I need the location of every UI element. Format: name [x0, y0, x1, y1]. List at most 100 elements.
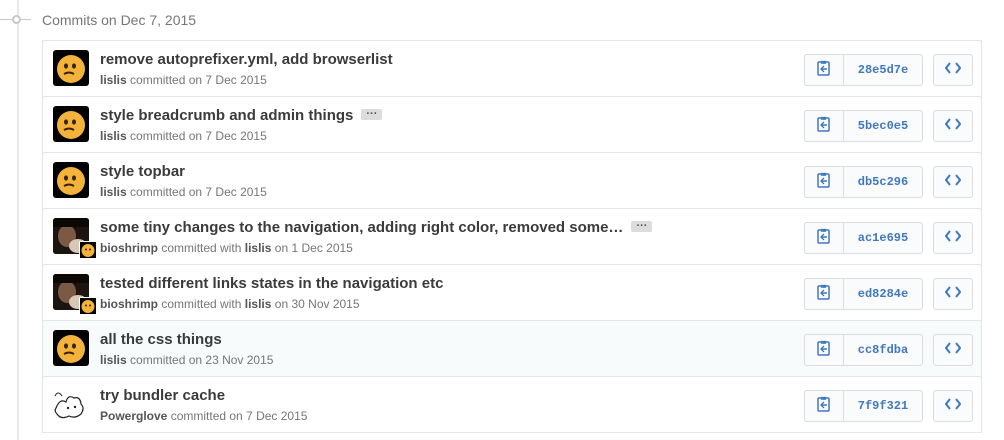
- author-link[interactable]: lislis: [100, 353, 127, 367]
- commit-on: on: [274, 297, 289, 311]
- copy-sha-button[interactable]: [805, 167, 844, 197]
- commit-date: 7 Dec 2015: [205, 73, 267, 87]
- commit-title[interactable]: tested different links states in the nav…: [100, 275, 443, 292]
- browse-repo-button[interactable]: [933, 334, 973, 366]
- commit-row: remove autoprefixer.yml, add browserlist…: [43, 41, 981, 97]
- avatar[interactable]: [53, 386, 89, 422]
- commit-verb: committed with: [161, 297, 242, 311]
- avatar[interactable]: [53, 330, 89, 366]
- expand-message-button[interactable]: ···: [361, 109, 383, 120]
- commit-date: 7 Dec 2015: [246, 409, 308, 423]
- commit-title-text[interactable]: try bundler cache: [100, 387, 225, 404]
- commit-title-text[interactable]: style topbar: [100, 163, 185, 180]
- commit-sha-link[interactable]: ac1e695: [844, 223, 922, 253]
- commit-verb: committed on: [130, 185, 203, 199]
- commit-title-text[interactable]: all the css things: [100, 331, 222, 348]
- commit-meta: lislis committed on 7 Dec 2015: [100, 185, 267, 199]
- sha-button-group: db5c296: [804, 166, 923, 198]
- sha-button-group: 7f9f321: [804, 390, 923, 422]
- timeline-tick: [21, 19, 31, 20]
- clipboard-icon: [817, 228, 831, 249]
- commit-sha-link[interactable]: 28e5d7e: [844, 55, 922, 85]
- author-link[interactable]: bioshrimp: [100, 241, 158, 255]
- commit-meta: lislis committed on 23 Nov 2015: [100, 353, 273, 367]
- commit-meta: lislis committed on 7 Dec 2015: [100, 73, 267, 87]
- commit-sha-link[interactable]: 5bec0e5: [844, 111, 922, 141]
- commit-row: some tiny changes to the navigation, add…: [43, 209, 981, 265]
- commit-verb: committed on: [130, 129, 203, 143]
- coauthor-avatar[interactable]: [79, 297, 97, 315]
- commit-verb: committed on: [170, 409, 243, 423]
- sha-button-group: 5bec0e5: [804, 110, 923, 142]
- author-link[interactable]: lislis: [100, 129, 127, 143]
- commit-title[interactable]: some tiny changes to the navigation, add…: [100, 219, 653, 236]
- browse-repo-button[interactable]: [933, 222, 973, 254]
- commit-title[interactable]: all the css things: [100, 331, 222, 348]
- commit-group-header: Commits on Dec 7, 2015: [0, 0, 1004, 40]
- author-link[interactable]: Powerglove: [100, 409, 167, 423]
- commit-on: on: [274, 241, 289, 255]
- code-icon: [944, 61, 962, 79]
- commit-title[interactable]: try bundler cache: [100, 387, 225, 404]
- commit-title-text[interactable]: tested different links states in the nav…: [100, 275, 443, 292]
- commit-sha-link[interactable]: db5c296: [844, 167, 922, 197]
- commit-date: 23 Nov 2015: [205, 353, 274, 367]
- coauthor-avatar[interactable]: [79, 241, 97, 259]
- commit-verb: committed with: [161, 241, 242, 255]
- browse-repo-button[interactable]: [933, 110, 973, 142]
- browse-repo-button[interactable]: [933, 390, 973, 422]
- commit-title-text[interactable]: style breadcrumb and admin things: [100, 107, 353, 124]
- commit-sha-link[interactable]: 7f9f321: [844, 391, 922, 421]
- commit-title[interactable]: style topbar: [100, 163, 185, 180]
- commit-title[interactable]: style breadcrumb and admin things ···: [100, 107, 383, 124]
- clipboard-icon: [817, 116, 831, 137]
- commit-sha-link[interactable]: cc8fdba: [844, 335, 922, 365]
- author-link[interactable]: lislis: [100, 73, 127, 87]
- code-icon: [944, 341, 962, 359]
- commit-date: 7 Dec 2015: [205, 129, 267, 143]
- browse-repo-button[interactable]: [933, 166, 973, 198]
- clipboard-icon: [817, 172, 831, 193]
- commit-row: style breadcrumb and admin things ··· lis…: [43, 97, 981, 153]
- commit-node-icon: [12, 15, 21, 24]
- commit-meta: lislis committed on 7 Dec 2015: [100, 129, 267, 143]
- commit-row: try bundler cache Powerglove committed o…: [43, 377, 981, 433]
- browse-repo-button[interactable]: [933, 54, 973, 86]
- coauthor-link[interactable]: lislis: [245, 241, 272, 255]
- commit-row: all the css things lislis committed on 2…: [43, 321, 981, 377]
- commit-list: remove autoprefixer.yml, add browserlist…: [42, 40, 982, 433]
- copy-sha-button[interactable]: [805, 279, 844, 309]
- commit-title[interactable]: remove autoprefixer.yml, add browserlist: [100, 51, 393, 68]
- commit-title-text[interactable]: remove autoprefixer.yml, add browserlist: [100, 51, 393, 68]
- copy-sha-button[interactable]: [805, 223, 844, 253]
- author-link[interactable]: bioshrimp: [100, 297, 158, 311]
- avatar[interactable]: [53, 162, 89, 198]
- copy-sha-button[interactable]: [805, 111, 844, 141]
- code-icon: [944, 173, 962, 191]
- copy-sha-button[interactable]: [805, 335, 844, 365]
- avatar[interactable]: [53, 106, 89, 142]
- sha-button-group: ac1e695: [804, 222, 923, 254]
- author-link[interactable]: lislis: [100, 185, 127, 199]
- expand-message-button[interactable]: ···: [631, 221, 653, 232]
- copy-sha-button[interactable]: [805, 55, 844, 85]
- avatar[interactable]: [53, 50, 89, 86]
- commit-title-text[interactable]: some tiny changes to the navigation, add…: [100, 219, 623, 236]
- sha-button-group: cc8fdba: [804, 334, 923, 366]
- commit-meta: bioshrimp committed with lislis on 1 Dec…: [100, 241, 353, 255]
- commit-date: 30 Nov 2015: [291, 297, 360, 311]
- commit-meta: bioshrimp committed with lislis on 30 No…: [100, 297, 360, 311]
- commit-verb: committed on: [130, 353, 203, 367]
- browse-repo-button[interactable]: [933, 278, 973, 310]
- commit-group-title: Commits on Dec 7, 2015: [42, 12, 197, 28]
- code-icon: [944, 285, 962, 303]
- sha-button-group: 28e5d7e: [804, 54, 923, 86]
- copy-sha-button[interactable]: [805, 391, 844, 421]
- commit-sha-link[interactable]: ed8284e: [844, 279, 922, 309]
- coauthor-link[interactable]: lislis: [245, 297, 272, 311]
- clipboard-icon: [817, 60, 831, 81]
- clipboard-icon: [817, 396, 831, 417]
- code-icon: [944, 397, 962, 415]
- commit-verb: committed on: [130, 73, 203, 87]
- code-icon: [944, 229, 962, 247]
